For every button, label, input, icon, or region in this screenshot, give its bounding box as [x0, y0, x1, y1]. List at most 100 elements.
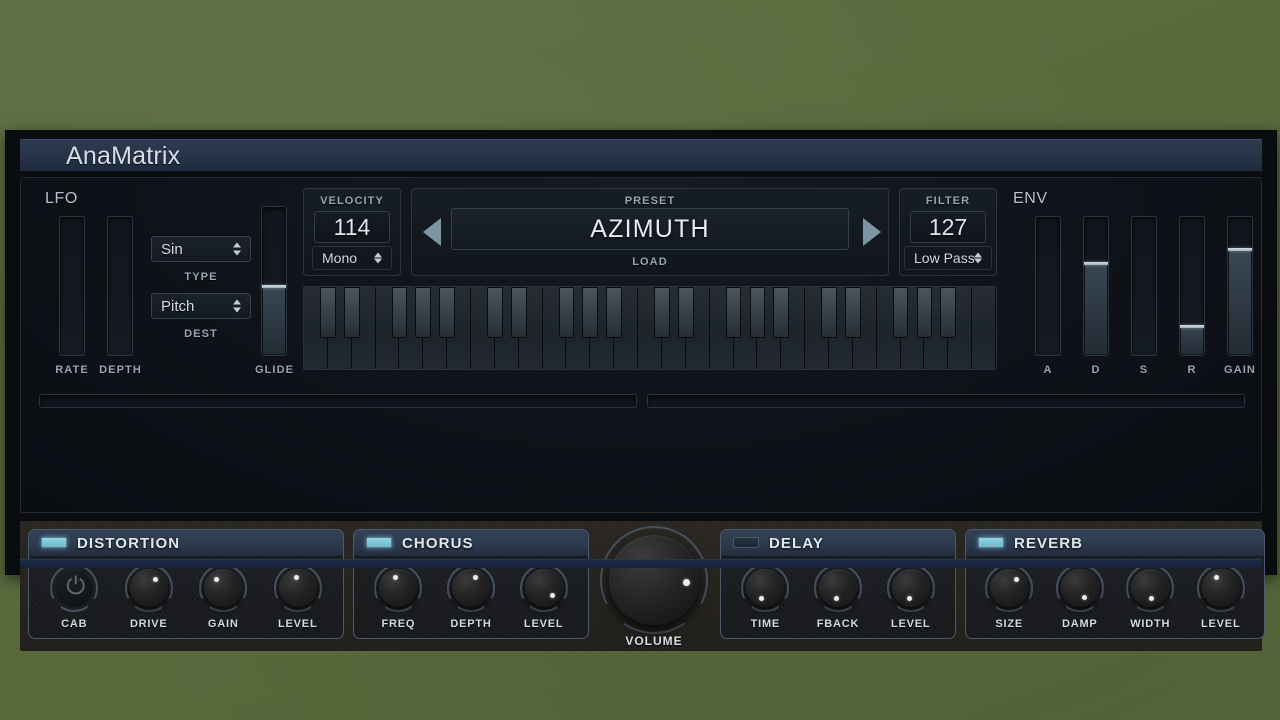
- piano-black-key[interactable]: [415, 287, 432, 338]
- knob-delay-level[interactable]: [886, 564, 935, 612]
- knob-distortion-drive[interactable]: [124, 564, 173, 612]
- knob-body[interactable]: [452, 569, 490, 607]
- knob-indicator: [1013, 577, 1019, 583]
- piano-black-key[interactable]: [582, 287, 599, 338]
- knob-delay-time[interactable]: [741, 564, 790, 612]
- knob-delay-fback[interactable]: [814, 564, 862, 612]
- desktop-background: AnaMatrix LFO RATE DEPTH Sin TYPE Pitch …: [0, 0, 1280, 720]
- env-slider-label-r: R: [1187, 364, 1197, 376]
- lfo-dest-value: Pitch: [161, 297, 195, 315]
- knob-indicator: [213, 577, 219, 583]
- fx-title-chorus: CHORUS: [402, 535, 474, 552]
- velocity-value[interactable]: 114: [314, 211, 390, 243]
- knob-body[interactable]: [891, 569, 930, 607]
- lfo-type-dropdown[interactable]: Sin: [151, 236, 251, 262]
- piano-black-key[interactable]: [439, 287, 456, 338]
- knob-chorus-depth[interactable]: [447, 564, 495, 612]
- anamatrix-plugin-window: AnaMatrix LFO RATE DEPTH Sin TYPE Pitch …: [5, 130, 1277, 651]
- knob-body[interactable]: [1201, 569, 1240, 607]
- piano-black-key[interactable]: [844, 287, 861, 338]
- piano-black-key[interactable]: [916, 287, 933, 338]
- piano-black-key[interactable]: [677, 287, 694, 338]
- knob-indicator: [833, 596, 839, 602]
- knob-distortion-cab[interactable]: ⏻: [50, 564, 99, 612]
- knob-label-distortion-level: LEVEL: [278, 618, 318, 630]
- knob-reverb-width[interactable]: [1126, 564, 1175, 612]
- preset-load-button[interactable]: LOAD: [411, 256, 889, 268]
- lfo-depth-label: DEPTH: [99, 364, 142, 376]
- glide-fill: [263, 286, 285, 354]
- piano-black-key[interactable]: [892, 287, 909, 338]
- piano-black-key[interactable]: [510, 287, 527, 338]
- knob-reverb-level[interactable]: [1196, 564, 1245, 612]
- knob-body[interactable]: [524, 569, 563, 607]
- power-icon: ⏻: [66, 573, 86, 600]
- volume-knob-body[interactable]: [609, 535, 699, 625]
- velocity-mode-dropdown[interactable]: Mono: [312, 246, 392, 270]
- lfo-type-value: Sin: [161, 240, 183, 258]
- env-slider-handle[interactable]: [1228, 248, 1252, 251]
- piano-black-key[interactable]: [343, 287, 360, 338]
- glide-label: GLIDE: [254, 364, 295, 376]
- knob-body[interactable]: [204, 569, 243, 607]
- env-slider-s[interactable]: [1131, 216, 1157, 356]
- mod-bar-left[interactable]: [39, 394, 637, 408]
- env-slider-handle[interactable]: [1084, 262, 1108, 265]
- mod-bar-right[interactable]: [647, 394, 1245, 408]
- piano-black-key[interactable]: [773, 287, 790, 338]
- piano-black-key[interactable]: [319, 287, 336, 338]
- glide-handle[interactable]: [262, 285, 286, 288]
- piano-black-key[interactable]: [654, 287, 670, 338]
- reverb-enable-led[interactable]: [978, 537, 1004, 548]
- knob-chorus-freq[interactable]: [374, 564, 423, 612]
- knob-reverb-size[interactable]: [985, 564, 1034, 612]
- knob-body[interactable]: [129, 569, 168, 607]
- env-slider-a[interactable]: [1035, 216, 1061, 356]
- knob-label-distortion-cab: CAB: [61, 618, 88, 630]
- knob-label-distortion-drive: DRIVE: [129, 618, 168, 630]
- env-slider-gain[interactable]: [1227, 216, 1253, 356]
- piano-black-key[interactable]: [391, 287, 408, 338]
- piano-black-key[interactable]: [558, 287, 575, 338]
- knob-body[interactable]: [1060, 569, 1099, 607]
- filter-type-dropdown[interactable]: Low Pass: [904, 246, 992, 270]
- piano-black-key[interactable]: [606, 287, 623, 338]
- delay-enable-led[interactable]: [733, 537, 759, 548]
- knob-indicator: [1214, 575, 1220, 581]
- triangle-left-icon[interactable]: [423, 218, 441, 246]
- env-slider-r[interactable]: [1179, 216, 1205, 356]
- knob-chorus-level[interactable]: [519, 564, 568, 612]
- chorus-enable-led[interactable]: [366, 537, 392, 548]
- env-section-label: ENV: [1013, 190, 1048, 207]
- knob-body[interactable]: [819, 569, 857, 607]
- lfo-depth-slider[interactable]: [107, 216, 133, 356]
- master-volume-knob[interactable]: [600, 526, 708, 634]
- distortion-enable-led[interactable]: [41, 537, 67, 548]
- chevron-updown-icon: [233, 299, 242, 314]
- lfo-rate-slider[interactable]: [59, 216, 85, 356]
- glide-slider[interactable]: [261, 206, 287, 356]
- piano-black-key[interactable]: [725, 287, 742, 338]
- lfo-dest-dropdown[interactable]: Pitch: [151, 293, 251, 319]
- piano-black-key[interactable]: [821, 287, 837, 338]
- knob-label-reverb-damp: DAMP: [1061, 618, 1098, 630]
- env-slider-handle[interactable]: [1180, 325, 1204, 328]
- filter-value[interactable]: 127: [910, 211, 986, 243]
- env-slider-d[interactable]: [1083, 216, 1109, 356]
- triangle-right-icon[interactable]: [863, 218, 881, 246]
- piano-black-key[interactable]: [749, 287, 766, 338]
- knob-body[interactable]: ⏻: [55, 569, 94, 607]
- piano-black-key[interactable]: [487, 287, 503, 338]
- knob-body[interactable]: [1131, 569, 1170, 607]
- piano-black-key[interactable]: [940, 287, 957, 338]
- piano-white-key[interactable]: [972, 287, 996, 369]
- preset-name-field[interactable]: AZIMUTH: [451, 208, 849, 250]
- knob-reverb-damp[interactable]: [1055, 564, 1104, 612]
- knob-body[interactable]: [278, 569, 317, 607]
- piano-keyboard[interactable]: [303, 286, 997, 370]
- knob-distortion-gain[interactable]: [199, 564, 248, 612]
- knob-distortion-level[interactable]: [273, 564, 322, 612]
- volume-label: VOLUME: [625, 634, 683, 648]
- knob-label-reverb-width: WIDTH: [1130, 618, 1171, 630]
- knob-body[interactable]: [990, 569, 1029, 607]
